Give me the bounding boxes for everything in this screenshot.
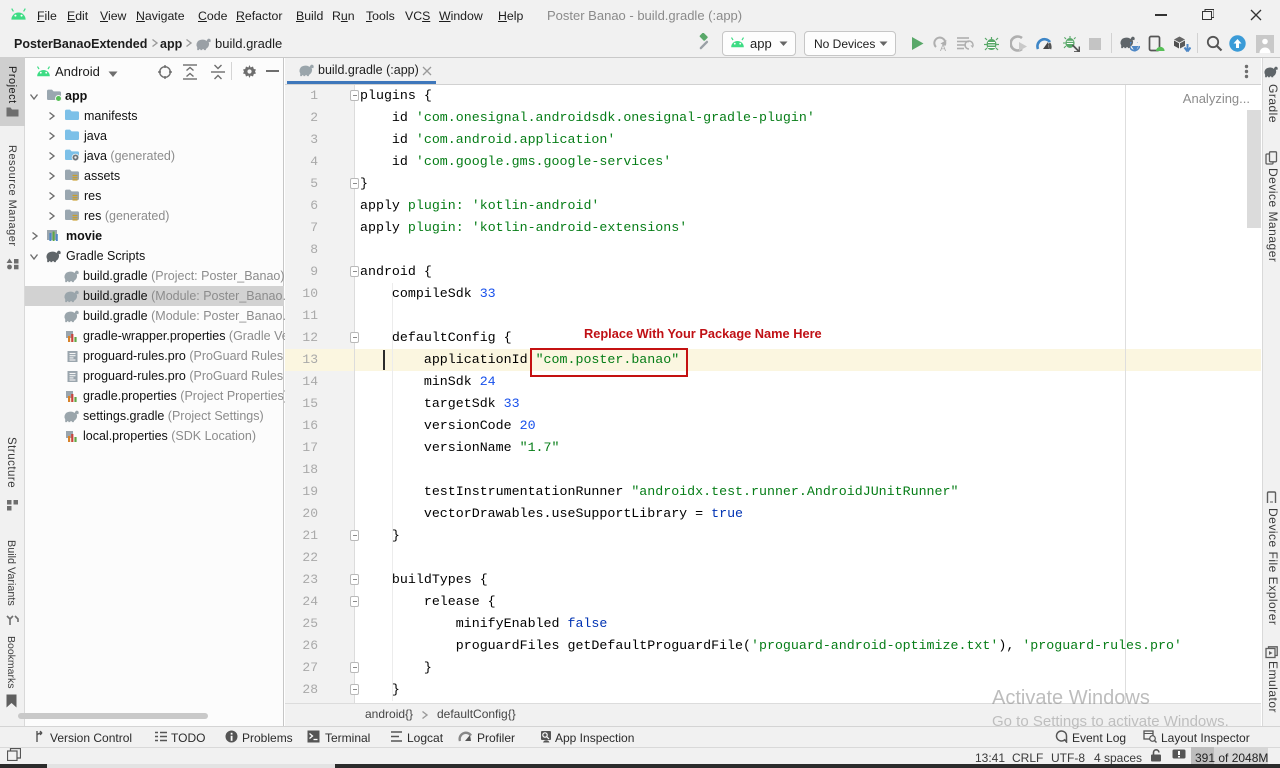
svg-text:A: A — [940, 43, 946, 52]
